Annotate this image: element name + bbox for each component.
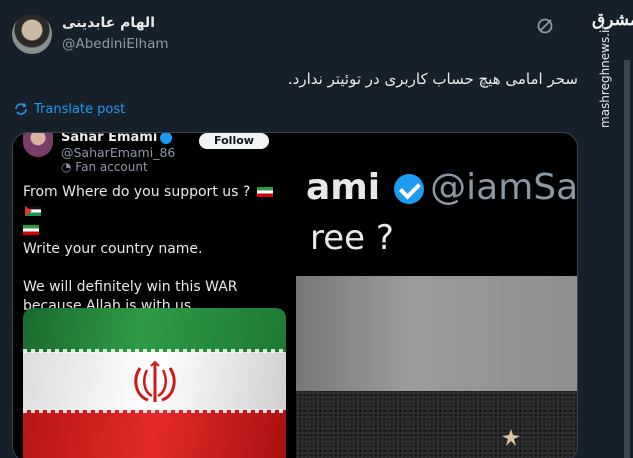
author-handle[interactable]: @AbediniElham [62,36,169,52]
cropped-tweet-header: ami @iamSaha ree ? [296,133,578,276]
translate-post-link[interactable]: Translate post [14,100,125,118]
embedded-handle: @SaharEmami_86 [61,145,176,160]
embedded-tweet-screenshot: Sahar Emami Follow @SaharEmami_86 ◔ Fan … [13,133,296,458]
author-name[interactable]: الهام عابدینی [62,15,155,31]
cropped-handle: @iamSaha [430,167,578,208]
media-image[interactable]: Sahar Emami Follow @SaharEmami_86 ◔ Fan … [12,132,578,458]
palestine-flag-emoji-icon [25,206,41,216]
embedded-follow-button: Follow [199,133,269,149]
leaf-icon [502,429,520,446]
tweet-header: الهام عابدینی @AbediniElham [12,12,572,54]
translate-label: Translate post [34,101,126,117]
flag-takbir-band-bottom [23,409,286,413]
embedded-name: Sahar Emami [61,132,173,145]
fan-mask-icon: ◔ [61,160,76,174]
flag-green-stripe [23,308,286,352]
iran-flag-image [23,308,286,458]
flag-red-stripe [23,410,286,458]
fan-account-badge: ◔ Fan account [61,160,148,174]
flag-takbir-band-top [23,349,286,353]
translate-icon [15,103,27,115]
cropped-name-row: ami @iamSaha [306,167,578,208]
iran-emblem-icon [134,360,176,402]
embedded-line-1: From Where do you support us ? [23,184,251,200]
iran-flag-emoji-icon [23,225,39,235]
verified-badge-icon [160,133,173,144]
embedded-name-text: Sahar Emami [61,132,158,145]
embedded-line-1-row: From Where do you support us ? [23,183,291,221]
tweet-text: سحر امامی هیچ حساب کاربری در توئیتر ندار… [287,70,578,88]
watermark-site: mashreghnews.ir [598,24,612,128]
scrollbar[interactable] [624,60,630,458]
concrete-wall [296,276,577,391]
embedded-avatar [23,133,53,157]
embedded-tweet-body: From Where do you support us ? Write you… [23,183,291,316]
embedded-spacer [23,259,291,278]
fan-account-label: Fan account [75,160,148,174]
verified-badge-icon [394,174,425,204]
iran-flag-emoji-icon [256,187,273,197]
gravel-ground [296,391,577,458]
cropped-text: ree ? [310,218,394,258]
grok-icon[interactable] [536,17,554,35]
cropped-screenshot: ami @iamSaha ree ? [296,133,578,458]
cropped-name: ami [306,167,381,208]
embedded-flag-row [23,221,291,240]
avatar[interactable] [12,14,52,54]
embedded-line-2: Write your country name. [23,241,203,257]
